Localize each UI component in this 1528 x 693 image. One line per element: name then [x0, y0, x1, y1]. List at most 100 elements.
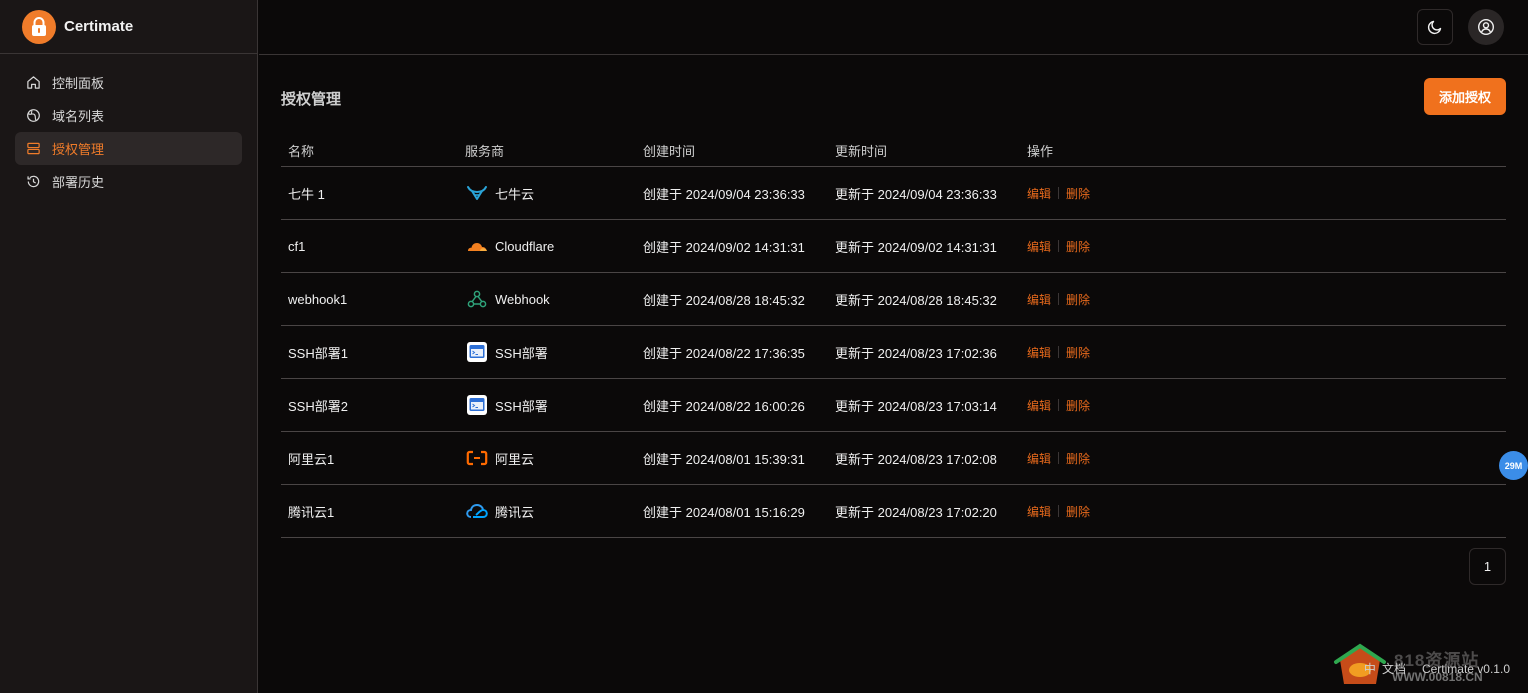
globe-icon	[25, 108, 41, 124]
provider-name: SSH部署	[495, 345, 548, 361]
provider-name: Cloudflare	[495, 238, 555, 254]
provider-name: 阿里云	[495, 451, 535, 467]
cell-provider: SSH部署	[465, 341, 643, 363]
user-menu-button[interactable]	[1468, 9, 1504, 45]
cell-updated: 更新于 2024/08/23 17:03:14	[835, 398, 997, 414]
delete-button[interactable]: 删除	[1066, 503, 1090, 520]
cell-updated: 更新于 2024/08/23 17:02:08	[835, 451, 997, 467]
sidebar-item-label: 域名列表	[52, 109, 105, 124]
action-divider	[1058, 240, 1060, 252]
sidebar: Certimate 控制面板 域名列表 授权管理 部署历史	[0, 0, 258, 693]
action-divider	[1058, 505, 1060, 517]
sidebar-item-label: 控制面板	[52, 76, 105, 91]
cell-provider: 阿里云	[465, 447, 643, 469]
cell-actions: 编辑 删除	[1027, 503, 1227, 520]
server-icon	[25, 141, 41, 157]
app-root: Certimate 控制面板 域名列表 授权管理 部署历史 授权管理 添加授权 …	[0, 0, 1528, 693]
edit-button[interactable]: 编辑	[1027, 238, 1051, 255]
table-row: SSH部署2 SSH部署 创建于 2024/08/22 16:00:26 更新于…	[281, 379, 1506, 432]
table-row: 阿里云1 阿里云 创建于 2024/08/01 15:39:31 更新于 202…	[281, 432, 1506, 485]
cell-provider: SSH部署	[465, 394, 643, 416]
cell-created: 创建于 2024/09/02 14:31:31	[643, 239, 805, 255]
column-header-provider: 服务商	[465, 144, 505, 159]
cell-name: 腾讯云1	[288, 504, 335, 520]
table-row: SSH部署1 SSH部署 创建于 2024/08/22 17:36:35 更新于…	[281, 326, 1506, 379]
cell-updated: 更新于 2024/08/23 17:02:20	[835, 504, 997, 520]
cell-actions: 编辑 删除	[1027, 344, 1227, 361]
cell-created: 创建于 2024/08/01 15:16:29	[643, 504, 805, 520]
footer: 中 文档 Certimate v0.1.0	[1364, 660, 1510, 677]
sidebar-item-access[interactable]: 授权管理	[15, 132, 242, 165]
theme-toggle-button[interactable]	[1417, 9, 1453, 45]
edit-button[interactable]: 编辑	[1027, 397, 1051, 414]
cell-name: 阿里云1	[288, 451, 335, 467]
delete-button[interactable]: 删除	[1066, 344, 1090, 361]
sidebar-item-dashboard[interactable]: 控制面板	[15, 66, 242, 99]
cell-updated: 更新于 2024/08/23 17:02:36	[835, 345, 997, 361]
memory-badge[interactable]: 29M	[1499, 451, 1528, 480]
edit-button[interactable]: 编辑	[1027, 185, 1051, 202]
table-row: cf1 Cloudflare 创建于 2024/09/02 14:31:31 更…	[281, 220, 1506, 273]
delete-button[interactable]: 删除	[1066, 185, 1090, 202]
delete-button[interactable]: 删除	[1066, 291, 1090, 308]
docs-link[interactable]: 文档	[1382, 660, 1406, 677]
cell-name: SSH部署1	[288, 345, 348, 361]
sidebar-item-label: 部署历史	[52, 175, 105, 190]
webhook-icon	[465, 288, 489, 310]
app-name: Certimate	[64, 18, 134, 35]
access-table: 名称 服务商 创建时间 更新时间 操作 七牛 1 七牛云 创建于 2024/09…	[281, 135, 1506, 538]
edit-button[interactable]: 编辑	[1027, 344, 1051, 361]
aliyun-icon	[465, 447, 489, 469]
brand[interactable]: Certimate	[0, 0, 257, 54]
table-row: 七牛 1 七牛云 创建于 2024/09/04 23:36:33 更新于 202…	[281, 167, 1506, 220]
ssh-icon	[465, 341, 489, 363]
cell-name: cf1	[288, 238, 306, 254]
column-header-updated: 更新时间	[835, 144, 888, 159]
cell-name: webhook1	[288, 291, 348, 307]
cell-actions: 编辑 删除	[1027, 397, 1227, 414]
provider-name: Webhook	[495, 291, 550, 307]
edit-button[interactable]: 编辑	[1027, 291, 1051, 308]
action-divider	[1058, 399, 1060, 411]
cell-actions: 编辑 删除	[1027, 291, 1227, 308]
column-header-created: 创建时间	[643, 144, 696, 159]
history-icon	[25, 174, 41, 190]
top-header	[259, 0, 1528, 55]
provider-name: 腾讯云	[495, 504, 535, 520]
cell-created: 创建于 2024/08/22 16:00:26	[643, 398, 805, 414]
lock-icon	[22, 9, 56, 44]
pagination-page-1[interactable]: 1	[1469, 548, 1506, 585]
provider-name: SSH部署	[495, 398, 548, 414]
user-circle-icon	[1477, 18, 1495, 36]
cell-name: 七牛 1	[288, 186, 325, 202]
action-divider	[1058, 452, 1060, 464]
language-switch[interactable]: 中	[1364, 660, 1376, 677]
action-divider	[1058, 293, 1060, 305]
cell-created: 创建于 2024/08/22 17:36:35	[643, 345, 805, 361]
table-row: 腾讯云1 腾讯云 创建于 2024/08/01 15:16:29 更新于 202…	[281, 485, 1506, 538]
edit-button[interactable]: 编辑	[1027, 450, 1051, 467]
sidebar-item-history[interactable]: 部署历史	[15, 165, 242, 198]
cell-name: SSH部署2	[288, 398, 348, 414]
cell-created: 创建于 2024/08/01 15:39:31	[643, 451, 805, 467]
delete-button[interactable]: 删除	[1066, 238, 1090, 255]
add-access-button[interactable]: 添加授权	[1424, 78, 1506, 115]
column-header-name: 名称	[288, 144, 315, 159]
sidebar-item-label: 授权管理	[52, 142, 105, 157]
cell-updated: 更新于 2024/08/28 18:45:32	[835, 292, 997, 308]
provider-name: 七牛云	[495, 186, 535, 202]
table-row: webhook1 Webhook 创建于 2024/08/28 18:45:32…	[281, 273, 1506, 326]
page-title: 授权管理	[281, 91, 342, 108]
table-header: 名称 服务商 创建时间 更新时间 操作	[281, 135, 1506, 167]
qiniu-icon	[465, 182, 489, 204]
delete-button[interactable]: 删除	[1066, 450, 1090, 467]
cell-created: 创建于 2024/08/28 18:45:32	[643, 292, 805, 308]
sidebar-item-domains[interactable]: 域名列表	[15, 99, 242, 132]
edit-button[interactable]: 编辑	[1027, 503, 1051, 520]
cell-provider: 七牛云	[465, 182, 643, 204]
moon-icon	[1427, 20, 1442, 35]
cell-updated: 更新于 2024/09/02 14:31:31	[835, 239, 997, 255]
delete-button[interactable]: 删除	[1066, 397, 1090, 414]
cell-provider: Webhook	[465, 288, 643, 310]
action-divider	[1058, 187, 1060, 199]
